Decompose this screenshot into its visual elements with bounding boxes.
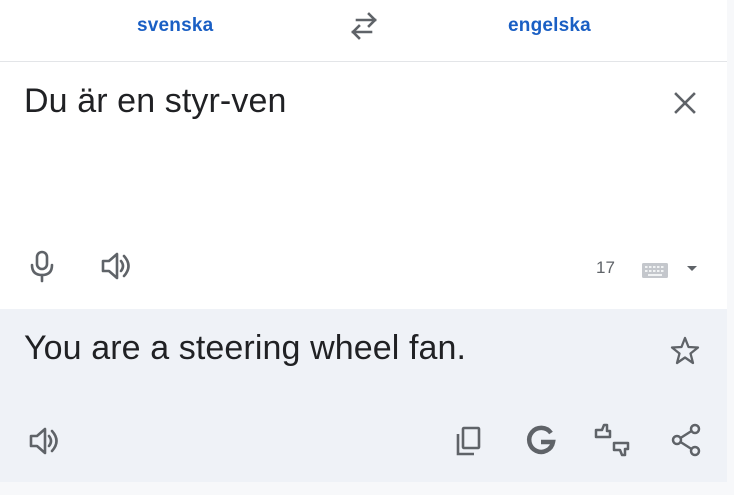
translation-text: You are a steering wheel fan. — [24, 329, 467, 367]
save-translation-button[interactable] — [667, 333, 703, 369]
clear-source-button[interactable] — [668, 86, 702, 120]
star-icon — [670, 336, 700, 365]
scroll-edge — [727, 0, 734, 495]
source-text-input[interactable]: Du är en styr-ven — [24, 82, 286, 121]
bottom-edge — [0, 482, 734, 495]
speaker-icon — [101, 252, 130, 280]
close-icon — [674, 92, 696, 114]
language-bar: svenska engelska — [0, 0, 727, 62]
translation-panel: You are a steering wheel fan. — [0, 309, 727, 482]
microphone-icon — [30, 250, 54, 283]
input-tools-dropdown[interactable] — [684, 261, 700, 275]
translate-card: svenska engelska Du är en styr-ven 17 Yo… — [0, 0, 727, 482]
source-language-button[interactable]: svenska — [137, 13, 213, 39]
voice-input-button[interactable] — [24, 246, 60, 286]
source-listen-button[interactable] — [96, 246, 136, 286]
share-translation-button[interactable] — [665, 419, 707, 461]
swap-languages-button[interactable] — [345, 10, 383, 42]
feedback-icon — [594, 423, 630, 457]
share-icon — [671, 423, 701, 457]
target-language-button[interactable]: engelska — [508, 13, 591, 39]
google-g-icon — [526, 425, 556, 455]
rate-translation-button[interactable] — [590, 419, 634, 463]
keyboard-icon — [642, 263, 668, 278]
caret-down-icon — [687, 266, 697, 271]
swap-arrows-icon — [351, 12, 377, 40]
keyboard-button[interactable] — [641, 260, 669, 280]
copy-translation-button[interactable] — [448, 421, 488, 461]
speaker-icon — [29, 427, 58, 455]
copy-icon — [456, 426, 481, 456]
character-count: 17 — [596, 258, 615, 277]
translation-listen-button[interactable] — [24, 421, 64, 461]
google-search-button[interactable] — [520, 419, 562, 461]
